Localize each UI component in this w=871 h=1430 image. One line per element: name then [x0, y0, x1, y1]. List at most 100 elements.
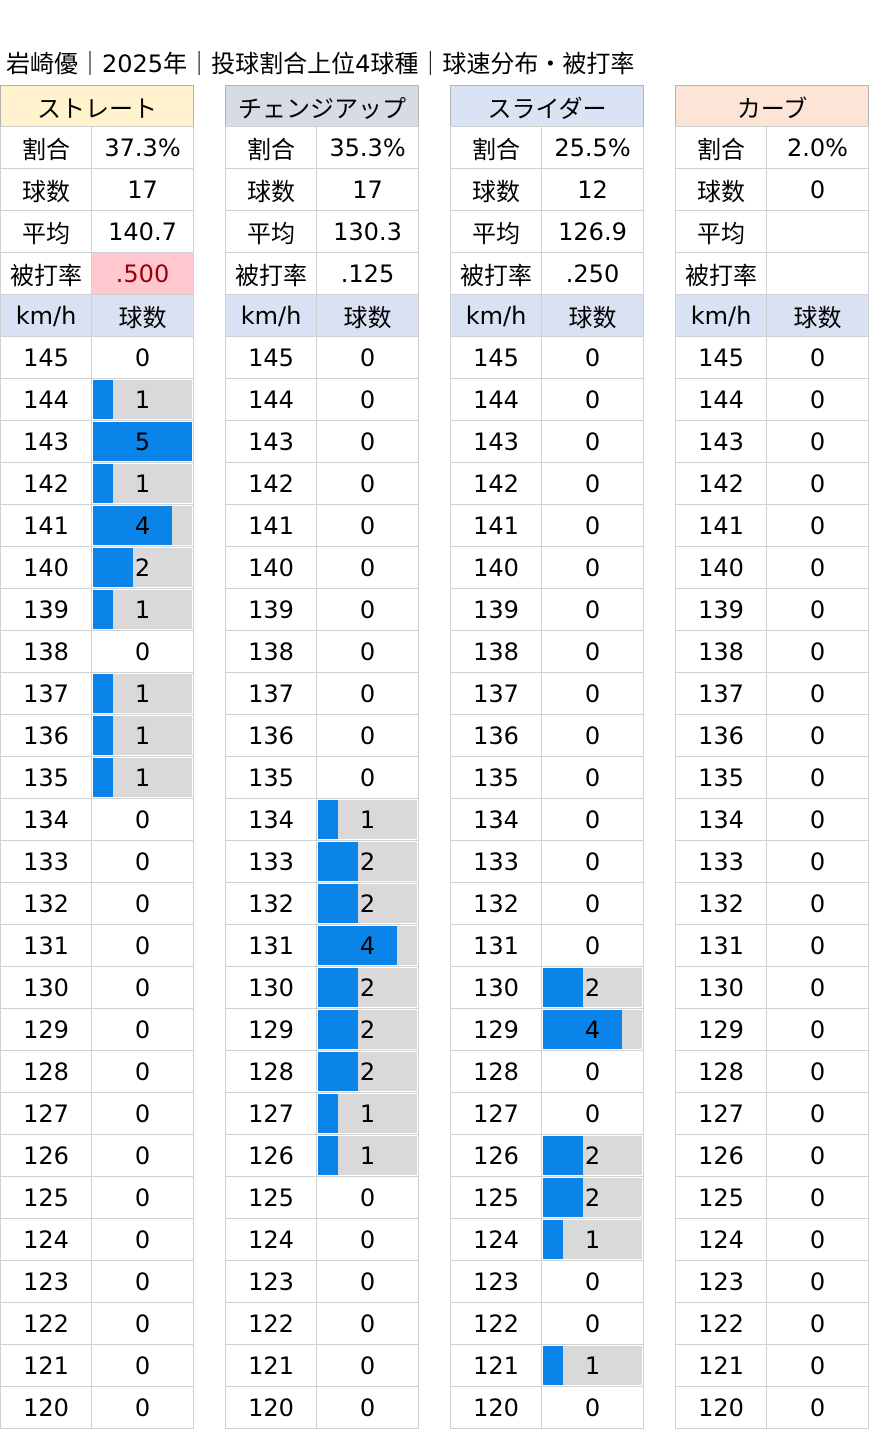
table-row: 121 0	[675, 1344, 869, 1387]
speed-label: 139	[225, 588, 317, 631]
speed-label: 126	[675, 1134, 767, 1177]
table-row: 133 0	[675, 840, 869, 883]
table-row: 136 1	[0, 714, 194, 757]
count-cell: 0	[541, 462, 644, 505]
bar-value-label: 0	[809, 763, 826, 792]
speed-label: 132	[450, 882, 542, 925]
bar-value-label: 0	[134, 1057, 151, 1086]
bar-value-label: 0	[809, 511, 826, 540]
speed-label: 145	[225, 336, 317, 379]
table-row: 130 0	[0, 966, 194, 1009]
count-cell: 0	[316, 1218, 419, 1261]
speed-label: 121	[0, 1344, 92, 1387]
stat-value: 25.5%	[541, 126, 644, 169]
bar-value-label: 0	[359, 763, 376, 792]
table-row: 127 0	[675, 1092, 869, 1135]
count-cell: 0	[766, 798, 869, 841]
pitch-panel: カーブ 割合 2.0% 球数 0 平均 被打率 km/h 球数 145 0 144 0 143 0 142 0 1…	[675, 85, 869, 1429]
speed-label: 144	[0, 378, 92, 421]
count-cell: 0	[766, 1176, 869, 1219]
count-cell: 0	[91, 1386, 194, 1429]
speed-label: 133	[450, 840, 542, 883]
count-cell: 0	[541, 1092, 644, 1135]
speed-label: 127	[450, 1092, 542, 1135]
bar-value-label: 0	[584, 427, 601, 456]
bar-value-label: 0	[134, 1225, 151, 1254]
speed-label: 125	[225, 1176, 317, 1219]
bar-value-label: 0	[359, 427, 376, 456]
table-row: 123 0	[450, 1260, 644, 1303]
table-row: 125 0	[225, 1176, 419, 1219]
speed-label: 132	[225, 882, 317, 925]
stat-value: 126.9	[541, 210, 644, 253]
speed-label: 120	[675, 1386, 767, 1429]
bar-value-label: 0	[809, 1057, 826, 1086]
table-row: 132 0	[450, 882, 644, 925]
speed-label: 136	[675, 714, 767, 757]
count-cell: 0	[766, 924, 869, 967]
table-row: 121 0	[225, 1344, 419, 1387]
count-cell: 0	[766, 504, 869, 547]
count-cell: 0	[541, 840, 644, 883]
speed-label: 138	[225, 630, 317, 673]
speed-label: 123	[450, 1260, 542, 1303]
table-row: 145 0	[0, 336, 194, 379]
speed-label: 122	[0, 1302, 92, 1345]
stat-row: 平均	[675, 210, 869, 253]
bar-value-label: 2	[359, 1057, 376, 1086]
stat-value: 130.3	[316, 210, 419, 253]
table-row: 145 0	[675, 336, 869, 379]
speed-label: 120	[0, 1386, 92, 1429]
table-row: 141 0	[225, 504, 419, 547]
bar-value-label: 0	[809, 1393, 826, 1422]
bar-value-label: 0	[584, 763, 601, 792]
bar-mark	[93, 464, 113, 503]
table-row: 145 0	[450, 336, 644, 379]
count-cell: 1	[316, 1134, 419, 1177]
bar-value-label: 0	[809, 1015, 826, 1044]
count-cell: 2	[316, 1008, 419, 1051]
stat-row: 平均 130.3	[225, 210, 419, 253]
stat-row: 平均 140.7	[0, 210, 194, 253]
axis-header-row: km/h 球数	[675, 294, 869, 337]
count-cell: 0	[316, 546, 419, 589]
speed-label: 121	[225, 1344, 317, 1387]
count-cell: 0	[316, 1260, 419, 1303]
table-row: 130 2	[450, 966, 644, 1009]
bar-value-label: 0	[359, 1309, 376, 1338]
table-row: 141 0	[450, 504, 644, 547]
stat-value	[766, 210, 869, 253]
stat-value: 12	[541, 168, 644, 211]
stat-row: 球数 17	[0, 168, 194, 211]
bar-value-label: 1	[134, 679, 151, 708]
count-cell: 0	[541, 1260, 644, 1303]
speed-column-header: km/h	[675, 294, 767, 337]
bar-value-label: 4	[584, 1015, 601, 1044]
count-cell: 0	[91, 840, 194, 883]
bar-value-label: 0	[359, 511, 376, 540]
bar-value-label: 5	[134, 427, 151, 456]
count-cell: 0	[316, 756, 419, 799]
bar-value-label: 1	[134, 595, 151, 624]
speed-label: 125	[675, 1176, 767, 1219]
speed-label: 140	[225, 546, 317, 589]
count-cell: 2	[316, 1050, 419, 1093]
count-cell: 1	[91, 588, 194, 631]
speed-label: 142	[450, 462, 542, 505]
count-cell: 0	[766, 840, 869, 883]
bar-value-label: 0	[134, 1141, 151, 1170]
count-cell: 0	[316, 336, 419, 379]
speed-label: 134	[450, 798, 542, 841]
speed-label: 145	[450, 336, 542, 379]
count-cell: 0	[91, 1050, 194, 1093]
count-cell: 2	[541, 1134, 644, 1177]
speed-label: 139	[675, 588, 767, 631]
speed-label: 133	[225, 840, 317, 883]
table-row: 140 2	[0, 546, 194, 589]
count-cell: 2	[316, 966, 419, 1009]
stat-label: 被打率	[675, 252, 767, 295]
bar-value-label: 1	[584, 1225, 601, 1254]
table-row: 130 0	[675, 966, 869, 1009]
table-row: 128 0	[675, 1050, 869, 1093]
bar-value-label: 0	[584, 385, 601, 414]
